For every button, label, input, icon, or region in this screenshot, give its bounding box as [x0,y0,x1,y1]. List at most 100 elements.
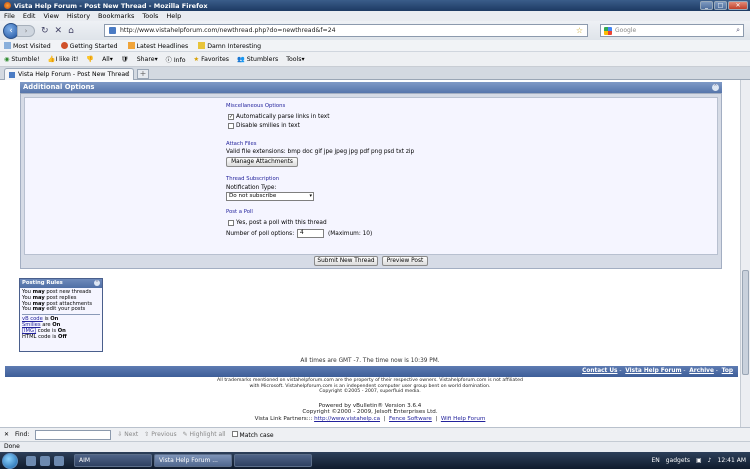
search-placeholder: Google [615,27,637,34]
trademark-disclaimer: All trademarks mentioned on vistahelpfor… [217,378,523,395]
attach-files-label: Attach Files [226,141,257,147]
show-desktop-icon[interactable] [26,455,36,466]
share-button[interactable]: Share▾ [137,56,158,63]
tab-favicon [9,71,15,78]
additional-options-header: Additional Options ⌃ [20,82,722,93]
parse-links-checkbox[interactable]: ✓ [228,114,234,120]
archive-link[interactable]: Archive [689,368,714,374]
stop-icon[interactable]: ✕ [55,26,63,36]
new-tab-button[interactable]: + [137,69,149,79]
tray-network-icon[interactable]: ▣ [696,457,702,464]
info-button[interactable]: ⓘ Info [166,55,186,64]
parse-links-option[interactable]: ✓ Automatically parse links in text [228,114,330,120]
reload-icon[interactable]: ↻ [41,26,49,36]
tab-close-icon[interactable]: ✕ [125,71,130,78]
shield-button[interactable]: 🛡 [121,55,129,63]
tray-volume-icon[interactable]: ♪ [708,457,712,464]
match-case-option[interactable]: Match case [231,430,274,439]
folder-icon [4,41,11,49]
top-link[interactable]: Top [722,368,733,374]
vertical-scrollbar[interactable] [740,80,750,427]
thumbs-down-button[interactable]: 👎 [86,55,94,63]
taskbar-firefox-button[interactable]: Vista Help Forum ... [154,454,232,467]
start-button[interactable] [2,452,18,469]
stumble-button[interactable]: ◉ Stumble! [4,56,40,63]
find-input[interactable] [35,429,112,440]
all-dropdown[interactable]: All▾ [102,56,113,63]
preview-post-button[interactable]: Preview Post [382,256,428,266]
taskbar-window-button[interactable] [234,454,312,467]
stumbleupon-toolbar: ◉ Stumble! 👍I like it! 👎 All▾ 🛡 Share▾ ⓘ… [0,52,750,67]
highlight-all-button[interactable]: ✎ Highlight all [183,431,226,438]
close-find-icon[interactable]: ✕ [4,431,9,438]
partner-link-wifi[interactable]: Wifi Help Forum [441,416,486,422]
match-case-checkbox[interactable] [231,430,238,437]
status-text: Done [4,443,20,450]
forum-home-link[interactable]: Vista Help Forum [625,368,681,374]
maximize-button[interactable]: □ [714,1,727,10]
taskbar-aim-button[interactable]: AIM [74,454,152,467]
notification-type-select[interactable]: Do not subscribe ▾ [226,192,314,201]
post-poll-option[interactable]: Yes, post a poll with this thread [228,220,327,226]
thread-subscription-label: Thread Subscription [226,176,280,182]
system-tray: EN gadgets ▣ ♪ 12:41 AM [651,452,750,469]
tab-strip: Vista Help Forum - Post New Thread ✕ + [0,67,750,80]
tab-post-new-thread[interactable]: Vista Help Forum - Post New Thread ✕ [4,68,134,80]
menu-edit[interactable]: Edit [23,12,36,20]
address-bar[interactable]: http://www.vistahelpforum.com/newthread.… [104,24,588,37]
tools-dropdown[interactable]: Tools▾ [286,56,304,63]
minimize-button[interactable]: _ [700,1,713,10]
menu-tools[interactable]: Tools [142,12,158,20]
poll-max-text: (Maximum: 10) [328,231,373,237]
menu-help[interactable]: Help [166,12,181,20]
disable-smilies-option[interactable]: Disable smilies in text [228,123,300,129]
poll-options-label: Number of poll options: [226,231,295,237]
submit-new-thread-button[interactable]: Submit New Thread [314,256,378,266]
clock[interactable]: 12:41 AM [718,457,746,464]
bookmark-star-icon[interactable]: ☆ [576,26,583,35]
menu-view[interactable]: View [43,12,58,20]
close-window-button[interactable]: ✕ [728,1,748,10]
partner-link-vistahelp[interactable]: http://www.vistahelp.ca [314,416,380,422]
menu-file[interactable]: File [4,12,15,20]
menu-bookmarks[interactable]: Bookmarks [98,12,134,20]
menu-history[interactable]: History [67,12,90,20]
language-indicator[interactable]: EN [651,457,659,464]
navigation-toolbar: ‹ › ↻ ✕ ⌂ http://www.vistahelpforum.com/… [0,21,750,40]
stumblers-button[interactable]: 👥 Stumblers [237,55,278,63]
find-previous-button[interactable]: ⇧ Previous [144,431,176,438]
poll-options-input[interactable]: 4 [297,229,324,238]
manage-attachments-button[interactable]: Manage Attachments [226,157,298,167]
find-bar: ✕ Find: ⇩ Next ⇧ Previous ✎ Highlight al… [0,427,750,441]
favorites-button[interactable]: ★ Favorites [194,56,229,63]
firefox-icon [4,2,11,9]
forward-button[interactable]: › [17,24,35,37]
contact-us-link[interactable]: Contact Us [582,368,617,374]
tab-label: Vista Help Forum - Post New Thread [18,71,130,78]
switch-windows-icon[interactable] [40,455,50,466]
window-title: Vista Help Forum - Post New Thread - Moz… [14,1,208,10]
bookmark-damn-interesting[interactable]: Damn Interesting [198,41,261,50]
tray-gadgets[interactable]: gadgets [666,457,690,464]
collapse-icon[interactable]: ⌃ [94,280,100,286]
search-icon[interactable]: ⌕ [736,26,740,35]
menu-bar: File Edit View History Bookmarks Tools H… [0,11,750,21]
ie-icon[interactable] [54,455,64,466]
collapse-icon[interactable]: ⌃ [712,84,719,91]
find-label: Find: [15,431,30,438]
post-poll-checkbox[interactable] [228,220,234,226]
find-next-button[interactable]: ⇩ Next [117,431,138,438]
bookmarks-toolbar: Most Visited Getting Started Latest Head… [0,40,750,52]
partner-link-fence[interactable]: Fence Software [389,416,432,422]
i-like-it-button[interactable]: 👍I like it! [48,55,79,63]
search-box[interactable]: Google ⌕ [600,24,744,37]
code-line: HTML code is Off [22,333,67,340]
posting-rules-header: Posting Rules ⌃ [20,279,102,288]
quick-launch [26,455,64,466]
scrollbar-thumb[interactable] [742,270,749,375]
bookmark-latest-headlines[interactable]: Latest Headlines [127,41,188,50]
home-icon[interactable]: ⌂ [68,26,74,36]
disable-smilies-checkbox[interactable] [228,123,234,129]
bookmark-getting-started[interactable]: Getting Started [60,41,118,50]
bookmark-most-visited[interactable]: Most Visited [4,41,51,50]
